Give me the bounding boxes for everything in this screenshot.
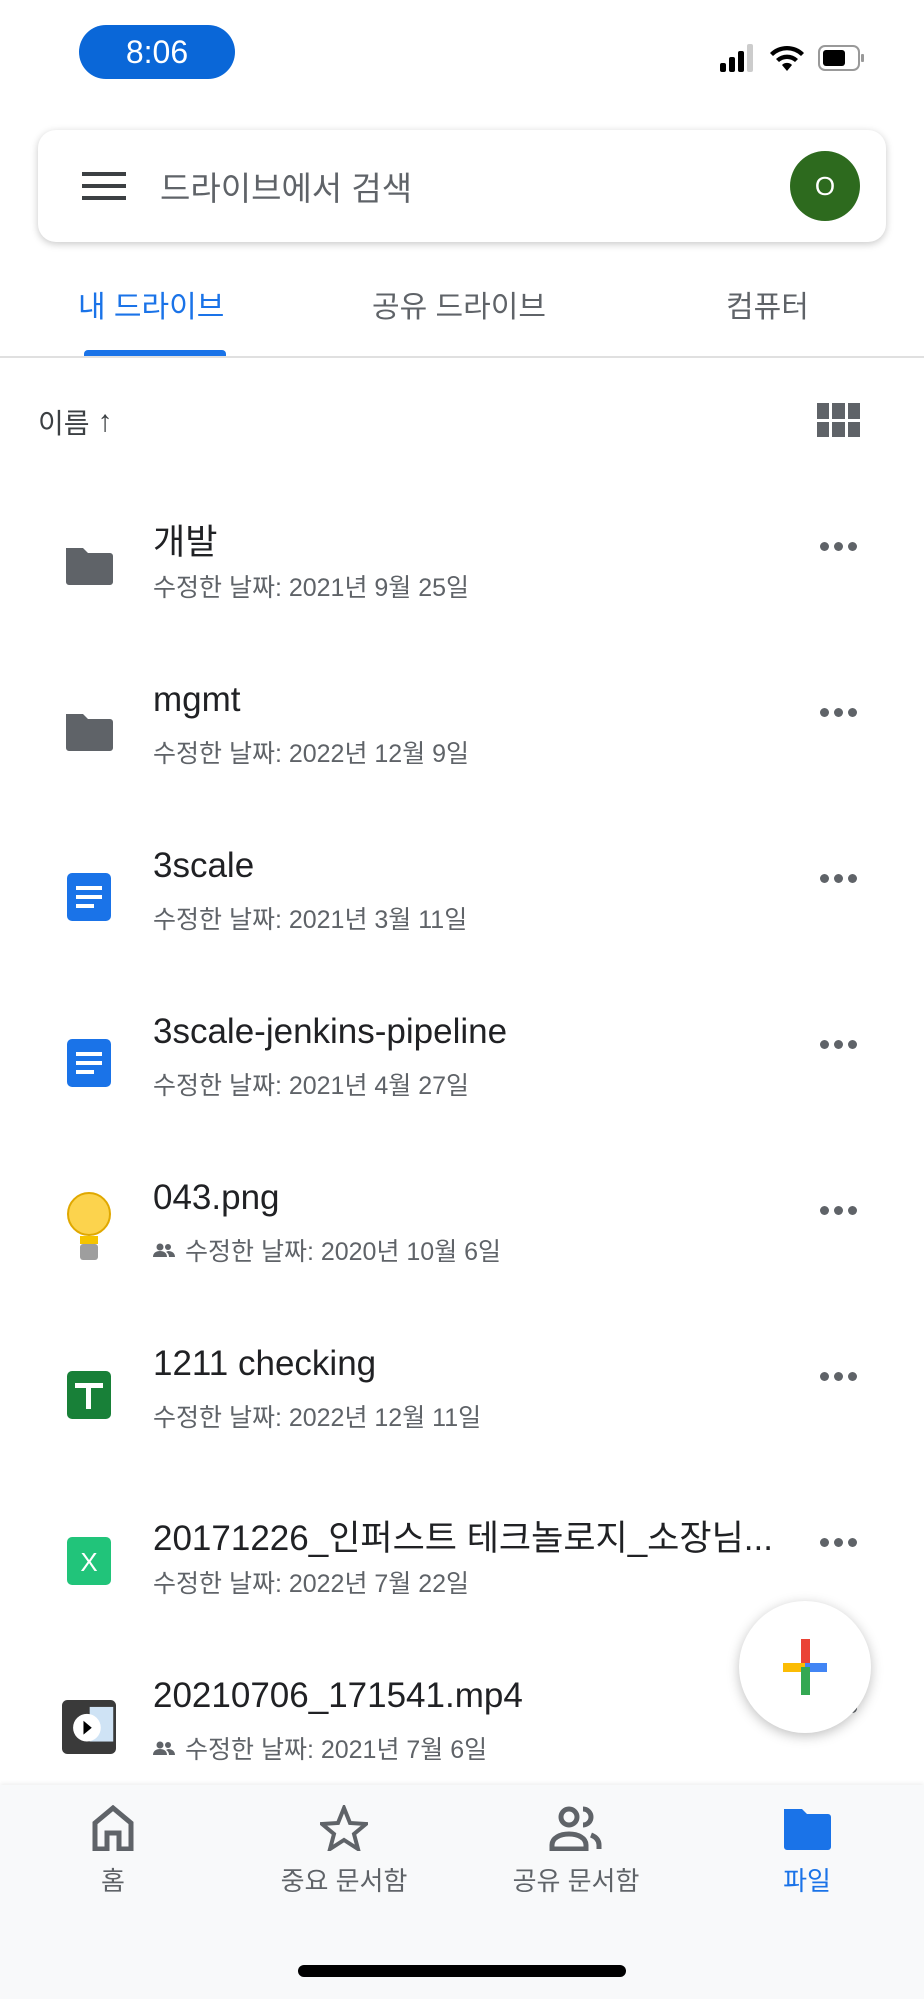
file-row[interactable]: mgmt 수정한 날짜: 2022년 12월 9일	[0, 678, 924, 844]
more-options-icon[interactable]	[820, 874, 857, 883]
file-modified: 수정한 날짜: 2021년 9월 25일	[153, 568, 469, 604]
signal-icon	[720, 44, 753, 72]
google-sheets-icon	[62, 1368, 116, 1422]
nav-label: 홈	[101, 1866, 125, 1896]
file-modified: 수정한 날짜: 2021년 3월 11일	[153, 900, 467, 936]
nav-shared[interactable]: 공유 문서함	[476, 1805, 676, 1898]
arrow-up-icon: ↑	[97, 405, 113, 438]
star-icon	[320, 1805, 368, 1851]
file-modified: 수정한 날짜: 2021년 7월 6일	[153, 1730, 487, 1766]
sort-label: 이름	[38, 408, 90, 439]
excel-icon: X	[62, 1534, 116, 1588]
modified-text: 수정한 날짜: 2021년 7월 6일	[185, 1736, 488, 1764]
folder-icon	[62, 538, 116, 592]
file-name: 20171226_인퍼스트 테크놀로지_소장님...	[153, 1519, 773, 1558]
file-modified: 수정한 날짜: 2021년 4월 27일	[153, 1066, 469, 1102]
shared-icon	[153, 1243, 175, 1257]
modified-text: 수정한 날짜: 2022년 7월 22일	[153, 1570, 470, 1598]
nav-starred[interactable]: 중요 문서함	[244, 1805, 444, 1898]
file-modified: 수정한 날짜: 2020년 10월 6일	[153, 1232, 501, 1268]
file-row[interactable]: 3scale 수정한 날짜: 2021년 3월 11일	[0, 844, 924, 1010]
battery-icon	[818, 45, 864, 71]
modified-text: 수정한 날짜: 2022년 12월 9일	[153, 740, 470, 768]
nav-files[interactable]: 파일	[707, 1805, 907, 1898]
home-icon	[92, 1805, 134, 1851]
file-row[interactable]: 3scale-jenkins-pipeline 수정한 날짜: 2021년 4월…	[0, 1010, 924, 1176]
modified-text: 수정한 날짜: 2021년 4월 27일	[153, 1072, 470, 1100]
file-name: 3scale	[153, 846, 255, 885]
modified-text: 수정한 날짜: 2021년 9월 25일	[153, 574, 470, 602]
tab-shared-drives[interactable]: 공유 드라이브	[372, 282, 546, 326]
divider	[0, 356, 924, 358]
nav-label: 공유 문서함	[512, 1866, 640, 1896]
file-name: mgmt	[153, 680, 241, 719]
nav-label: 중요 문서함	[280, 1866, 408, 1896]
sort-button[interactable]: 이름 ↑	[38, 402, 113, 442]
search-input[interactable]: 드라이브에서 검색	[160, 162, 790, 210]
nav-home[interactable]: 홈	[13, 1805, 213, 1898]
wifi-icon	[770, 45, 804, 71]
folder-icon	[62, 704, 116, 758]
svg-text:X: X	[80, 1547, 97, 1577]
grid-view-icon[interactable]	[817, 403, 860, 437]
video-thumbnail-icon	[62, 1700, 116, 1754]
menu-icon[interactable]	[82, 172, 126, 200]
avatar[interactable]: O	[790, 151, 860, 221]
file-name: 개발	[153, 523, 218, 562]
lightbulb-image-icon	[62, 1192, 116, 1260]
more-options-icon[interactable]	[820, 1372, 857, 1381]
home-indicator	[298, 1965, 626, 1977]
search-bar[interactable]: 드라이브에서 검색 O	[38, 130, 886, 242]
more-options-icon[interactable]	[820, 1040, 857, 1049]
file-name: 3scale-jenkins-pipeline	[153, 1012, 508, 1051]
more-options-icon[interactable]	[820, 1538, 857, 1547]
new-button[interactable]	[739, 1601, 871, 1733]
file-modified: 수정한 날짜: 2022년 12월 9일	[153, 734, 469, 770]
file-modified: 수정한 날짜: 2022년 7월 22일	[153, 1564, 469, 1600]
google-docs-icon	[62, 870, 116, 924]
more-options-icon[interactable]	[820, 708, 857, 717]
tab-my-drive[interactable]: 내 드라이브	[78, 282, 224, 326]
modified-text: 수정한 날짜: 2021년 3월 11일	[153, 906, 468, 934]
more-options-icon[interactable]	[820, 542, 857, 551]
nav-label: 파일	[783, 1866, 831, 1896]
file-name: 20210706_171541.mp4	[153, 1676, 523, 1715]
more-options-icon[interactable]	[820, 1206, 857, 1215]
google-docs-icon	[62, 1036, 116, 1090]
file-modified: 수정한 날짜: 2022년 12월 11일	[153, 1398, 481, 1434]
file-row[interactable]: 043.png 수정한 날짜: 2020년 10월 6일	[0, 1176, 924, 1342]
tab-computers[interactable]: 컴퓨터	[726, 282, 809, 326]
file-row[interactable]: 개발 수정한 날짜: 2021년 9월 25일	[0, 512, 924, 678]
file-name: 1211 checking	[153, 1344, 377, 1383]
status-time: 8:06	[79, 25, 235, 79]
folder-icon	[784, 1809, 831, 1850]
modified-text: 수정한 날짜: 2022년 12월 11일	[153, 1404, 482, 1432]
modified-text: 수정한 날짜: 2020년 10월 6일	[185, 1238, 502, 1266]
file-name: 043.png	[153, 1178, 280, 1217]
plus-icon	[783, 1639, 827, 1695]
shared-icon	[153, 1741, 175, 1755]
status-icons	[720, 44, 864, 72]
file-row[interactable]: 1211 checking 수정한 날짜: 2022년 12월 11일	[0, 1342, 924, 1508]
people-icon	[549, 1806, 602, 1851]
